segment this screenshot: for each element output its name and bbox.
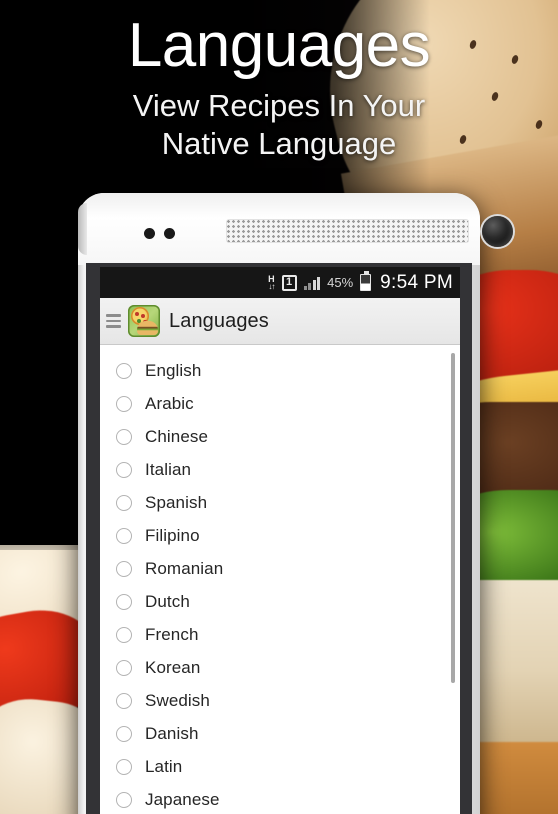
list-item[interactable]: Swedish [100,684,460,717]
front-camera-icon [482,216,513,247]
list-item[interactable]: Arabic [100,387,460,420]
radio-button-icon[interactable] [116,560,132,577]
radio-button-icon[interactable] [116,593,132,610]
promo-subtitle-line2: Native Language [161,126,397,162]
list-item[interactable]: French [100,618,460,651]
radio-button-icon[interactable] [116,428,132,445]
app-action-bar: Languages [100,298,460,345]
list-item-label: Danish [145,723,199,743]
burger-icon [137,321,158,335]
list-item[interactable]: Danish [100,717,460,750]
food-app-icon [128,305,160,337]
promo-subtitle-line1: View Recipes In Your [132,88,426,124]
radio-button-icon[interactable] [116,395,132,412]
list-item[interactable]: Filipino [100,519,460,552]
list-item-label: Italian [145,459,192,479]
sim-indicator-icon: 1 [281,274,297,291]
page-title: Languages [127,11,431,80]
list-item[interactable]: Dutch [100,585,460,618]
sensor-dots [144,226,184,244]
radio-button-icon[interactable] [116,791,132,808]
network-type-icon: H ↓↑ [268,274,275,291]
list-item-label: Filipino [145,525,200,545]
list-item[interactable]: Romanian [100,552,460,585]
list-item-label: Romanian [145,558,224,578]
promo-text-block: Languages View Recipes In Your Native La… [0,0,558,163]
list-item[interactable]: Japanese [100,783,460,814]
promo-subtitle: View Recipes In Your Native Language [0,77,558,163]
hamburger-menu-icon[interactable] [106,311,121,331]
list-item-label: Chinese [145,426,209,446]
radio-button-icon[interactable] [116,362,132,379]
radio-button-icon[interactable] [116,758,132,775]
list-item-label: Korean [145,657,201,677]
radio-button-icon[interactable] [116,626,132,643]
signal-strength-icon [303,275,321,290]
phone-mockup: H ↓↑ 1 45% 9:54 PM Languages English Ara… [78,193,513,814]
list-item[interactable]: Chinese [100,420,460,453]
list-item-label: Arabic [145,393,194,413]
list-item[interactable]: Korean [100,651,460,684]
status-bar-clock: 9:54 PM [380,271,453,293]
list-item-label: Spanish [145,492,208,512]
list-item-label: English [145,360,202,380]
radio-button-icon[interactable] [116,692,132,709]
radio-button-icon[interactable] [116,527,132,544]
battery-percent-label: 45% [327,275,354,290]
radio-button-icon[interactable] [116,461,132,478]
phone-screen: H ↓↑ 1 45% 9:54 PM Languages English Ara… [100,267,460,814]
list-item[interactable]: Latin [100,750,460,783]
speaker-grille-icon [226,219,469,243]
app-bar-title: Languages [169,309,269,332]
radio-button-icon[interactable] [116,494,132,511]
list-item[interactable]: English [100,354,460,387]
list-item-label: Swedish [145,690,210,710]
network-arrows-label: ↓↑ [268,281,275,291]
list-item[interactable]: Spanish [100,486,460,519]
list-scrollbar[interactable] [451,353,455,683]
phone-top-bezel [78,193,513,265]
list-item-label: Japanese [145,789,220,809]
radio-button-icon[interactable] [116,659,132,676]
battery-icon [360,271,372,291]
phone-chrome-edge [78,203,87,255]
language-list[interactable]: English Arabic Chinese Italian Spanish F… [100,345,460,814]
phone-screen-bezel: H ↓↑ 1 45% 9:54 PM Languages English Ara… [86,263,472,814]
android-status-bar: H ↓↑ 1 45% 9:54 PM [100,267,460,298]
radio-button-icon[interactable] [116,725,132,742]
promo-screenshot: Languages View Recipes In Your Native La… [0,0,558,814]
list-item-label: French [145,624,199,644]
list-item-label: Latin [145,756,183,776]
list-item-label: Dutch [145,591,190,611]
list-item[interactable]: Italian [100,453,460,486]
